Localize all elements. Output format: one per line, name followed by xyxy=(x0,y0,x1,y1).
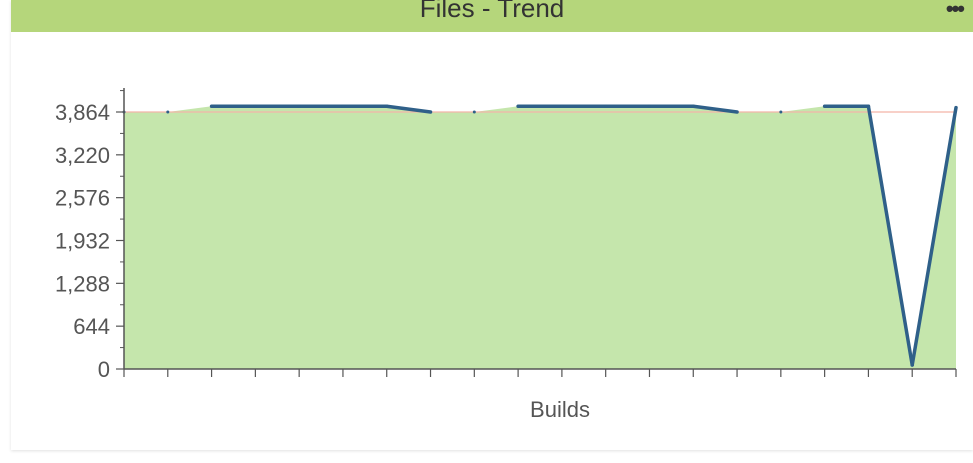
y-tick-label: 0 xyxy=(98,357,110,382)
data-point xyxy=(954,106,958,110)
data-point xyxy=(910,363,914,367)
data-point xyxy=(779,110,783,114)
data-point xyxy=(604,104,608,108)
data-point xyxy=(691,104,695,108)
data-point xyxy=(253,104,257,108)
data-point xyxy=(472,110,476,114)
data-point xyxy=(735,110,739,114)
data-point xyxy=(866,104,870,108)
data-point xyxy=(385,104,389,108)
data-point xyxy=(210,104,214,108)
y-tick-label: 2,576 xyxy=(55,186,110,211)
y-tick-label: 1,932 xyxy=(55,229,110,254)
data-point xyxy=(166,110,170,114)
data-point xyxy=(560,104,564,108)
y-tick-label: 644 xyxy=(73,314,110,339)
data-point xyxy=(429,110,433,114)
y-tick-label: 1,288 xyxy=(55,271,110,296)
data-point xyxy=(516,104,520,108)
x-axis-title: Builds xyxy=(530,397,590,422)
data-point xyxy=(647,104,651,108)
data-point xyxy=(823,104,827,108)
area-fill xyxy=(124,106,956,369)
y-tick-label: 3,864 xyxy=(55,100,110,125)
data-point xyxy=(341,104,345,108)
data-point xyxy=(297,104,301,108)
files-trend-chart: 0 644 1,288 1,932 2,576 3,220 3,864 Builds xyxy=(55,88,958,422)
y-tick-label: 3,220 xyxy=(55,143,110,168)
